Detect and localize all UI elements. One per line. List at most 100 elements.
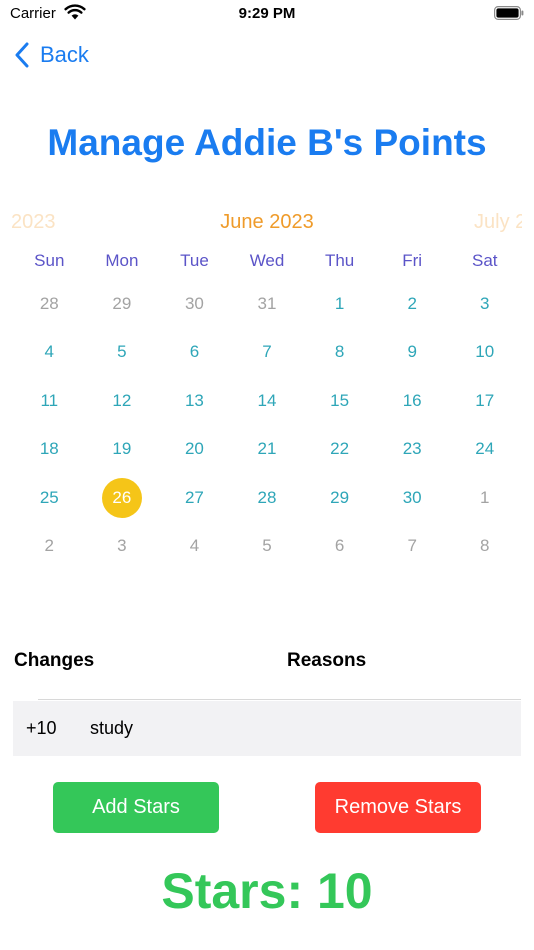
back-label: Back	[40, 42, 89, 67]
calendar-week-row: 4 5 6 7 8 9 10	[13, 332, 521, 372]
back-button[interactable]: Back	[14, 40, 89, 70]
calendar-day[interactable]: 29	[303, 478, 376, 518]
calendar-day[interactable]: 19	[86, 429, 159, 469]
calendar-day-number: 17	[475, 390, 495, 410]
battery-icon	[494, 6, 524, 20]
weekday-label: Fri	[402, 251, 423, 270]
calendar-day-number: 7	[262, 342, 272, 362]
next-month-label[interactable]: July 2023	[474, 211, 522, 234]
clock: 9:29 PM	[238, 5, 296, 22]
calendar-day[interactable]: 12	[86, 381, 159, 421]
calendar-day[interactable]: 1	[303, 284, 376, 324]
calendar-day-number: 26	[101, 477, 142, 518]
calendar-day-number: 9	[407, 342, 417, 362]
calendar-day[interactable]: 7	[376, 526, 449, 566]
calendar-day[interactable]: 5	[86, 332, 159, 372]
calendar-day[interactable]: 3	[448, 284, 521, 324]
calendar-day-number: 28	[39, 294, 59, 313]
calendar-week-row: 28 29 30 31 1 2 3	[13, 284, 521, 324]
change-reason: study	[90, 718, 134, 738]
calendar-day[interactable]: 25	[13, 478, 86, 518]
calendar-day[interactable]: 16	[376, 381, 449, 421]
calendar-day[interactable]: 30	[158, 284, 231, 324]
calendar-day-number: 4	[189, 536, 200, 555]
calendar-day-number: 22	[330, 439, 350, 459]
calendar-day[interactable]: 28	[13, 284, 86, 324]
calendar-day[interactable]: 23	[376, 429, 449, 469]
table-divider	[38, 699, 521, 700]
calendar-day-number: 5	[117, 342, 127, 362]
calendar-day-selected[interactable]: 26	[86, 477, 159, 518]
calendar-day[interactable]: 5	[231, 526, 304, 566]
change-row[interactable]: +10 study	[13, 701, 521, 756]
status-bar: Carrier 9:29 PM	[0, 0, 534, 30]
calendar-day-number: 20	[184, 439, 204, 459]
calendar-day[interactable]: 4	[158, 526, 231, 566]
calendar-day-number: 1	[480, 487, 490, 507]
calendar-day-number: 6	[189, 342, 200, 362]
calendar-day[interactable]: 3	[86, 526, 159, 566]
calendar-week-row: 2 3 4 5 6 7 8	[13, 526, 521, 566]
calendar-day[interactable]: 9	[376, 332, 449, 372]
calendar-day-number: 21	[257, 439, 277, 459]
calendar-day[interactable]: 10	[448, 332, 521, 372]
calendar-day-number: 1	[334, 294, 345, 313]
calendar-day-number: 10	[475, 342, 495, 362]
changes-column-header: Changes	[14, 650, 95, 671]
calendar-day[interactable]: 17	[448, 381, 521, 421]
calendar-day[interactable]: 13	[158, 381, 231, 421]
calendar-day[interactable]: 11	[13, 381, 86, 421]
calendar-day[interactable]: 31	[231, 284, 304, 324]
calendar-day-number: 18	[39, 439, 59, 459]
calendar-day[interactable]: 1	[448, 478, 521, 518]
calendar-day[interactable]: 22	[303, 429, 376, 469]
calendar-day[interactable]: 30	[376, 478, 449, 518]
stars-total: Stars: 10	[161, 863, 373, 919]
calendar-day[interactable]: 2	[376, 284, 449, 324]
weekday-header: Sun Mon Tue Wed Thu Fri Sat	[13, 251, 521, 271]
weekday-label: Tue	[180, 251, 209, 270]
calendar-day[interactable]: 6	[303, 526, 376, 566]
calendar-day[interactable]: 24	[448, 429, 521, 469]
remove-stars-button[interactable]: Remove Stars	[315, 782, 481, 833]
calendar-day-number: 8	[480, 536, 490, 555]
calendar-day[interactable]: 4	[13, 332, 86, 372]
calendar-day[interactable]: 6	[158, 332, 231, 372]
calendar-day[interactable]: 20	[158, 429, 231, 469]
calendar-day[interactable]: 14	[231, 381, 304, 421]
calendar-day[interactable]: 29	[86, 284, 159, 324]
calendar-day-number: 14	[257, 390, 277, 410]
add-stars-button[interactable]: Add Stars	[53, 782, 219, 833]
weekday-label: Wed	[249, 251, 285, 270]
calendar-day-number: 31	[257, 294, 277, 313]
calendar-day-number: 7	[407, 536, 417, 555]
calendar-day-number: 4	[44, 342, 55, 362]
calendar-day-number: 15	[330, 390, 350, 410]
calendar-day-number: 29	[112, 294, 132, 313]
weekday-label: Thu	[324, 251, 355, 270]
calendar-day[interactable]: 18	[13, 429, 86, 469]
calendar-day-number: 16	[402, 390, 422, 410]
weekday-label: Sun	[34, 251, 65, 270]
calendar-day-number: 12	[112, 390, 132, 410]
calendar-day-number: 5	[262, 536, 272, 555]
page-title: Manage Addie B's Points	[47, 122, 487, 163]
calendar-day[interactable]: 8	[448, 526, 521, 566]
calendar-day-number: 24	[475, 439, 495, 459]
calendar-day-number: 3	[480, 294, 490, 313]
calendar-day[interactable]: 2	[13, 526, 86, 566]
calendar-day[interactable]: 15	[303, 381, 376, 421]
calendar-day[interactable]: 8	[303, 332, 376, 372]
calendar-day-number: 30	[184, 294, 204, 313]
calendar-day-number: 27	[184, 487, 204, 507]
calendar-day[interactable]: 27	[158, 478, 231, 518]
calendar-week-row: 18 19 20 21 22 23 24	[13, 429, 521, 469]
calendar-day[interactable]: 28	[231, 478, 304, 518]
calendar-day-number: 3	[117, 536, 127, 555]
calendar-day-number: 25	[39, 487, 59, 507]
calendar-day[interactable]: 7	[231, 332, 304, 372]
current-month-label: June 2023	[220, 211, 314, 233]
calendar-day[interactable]: 21	[231, 429, 304, 469]
calendar-day-number: 13	[184, 390, 204, 410]
calendar-day-number: 8	[334, 342, 345, 362]
